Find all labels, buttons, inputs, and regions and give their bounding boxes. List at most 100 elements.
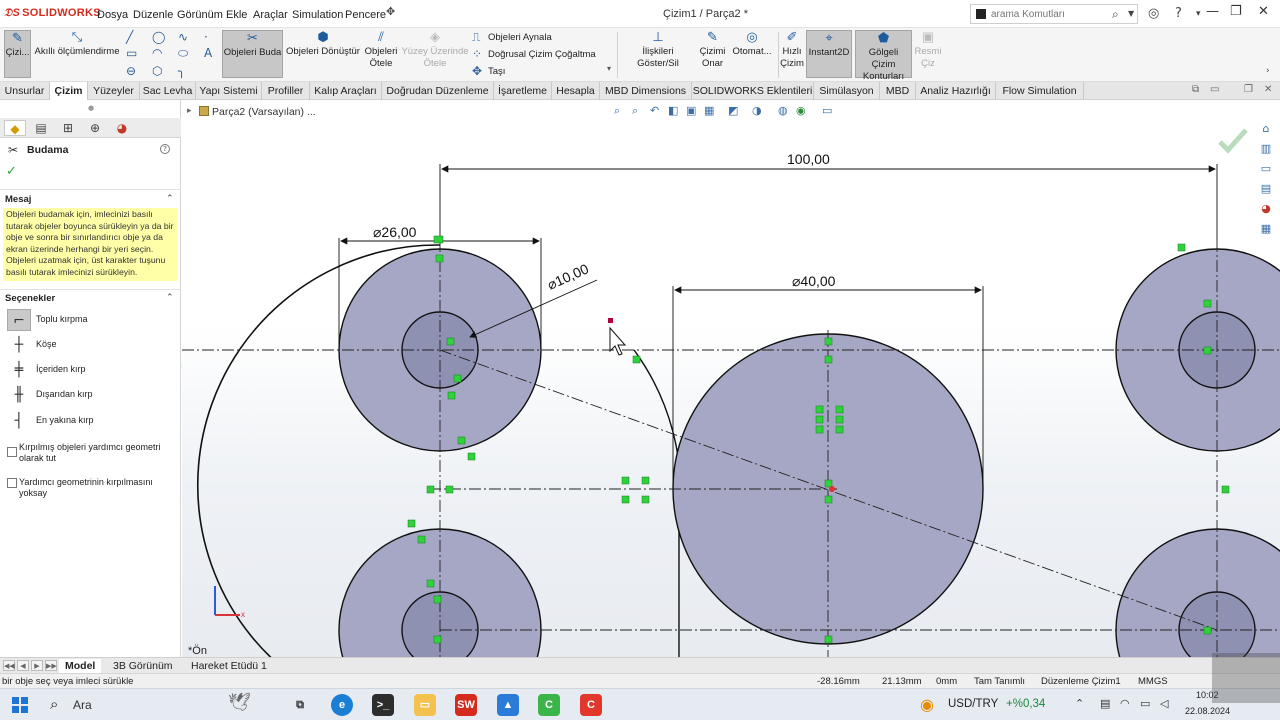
chevron-down-icon[interactable]: ▾ <box>607 64 611 73</box>
custom-properties-icon[interactable]: ▦ <box>1257 222 1275 240</box>
rapid-sketch-button[interactable]: ✐ Hızlı Çizim <box>780 30 804 78</box>
config-tab-icon[interactable]: ⊞ <box>57 120 79 136</box>
text-icon[interactable]: A <box>204 46 212 60</box>
polygon-icon[interactable]: ⬡ <box>152 64 162 78</box>
offset-entities-button[interactable]: ⫽ Objeleri Ötele <box>363 30 399 78</box>
ellipse-icon[interactable]: ⬭ <box>178 46 188 61</box>
shaded-sketch-contours-button[interactable]: ⬟ Gölgeli Çizim Konturları <box>855 30 912 82</box>
sketch-button[interactable]: ✎ Çizi... <box>4 30 31 78</box>
tab-profiller[interactable]: Profiller <box>262 82 310 100</box>
repair-sketch-button[interactable]: ✎ Çizimi Onar <box>698 30 727 78</box>
collapse-icon[interactable]: ⌃ <box>166 194 174 204</box>
dimension-100[interactable] <box>439 164 1218 240</box>
keep-trimmed-checkbox[interactable] <box>7 447 17 457</box>
tab-mbd-dimensions[interactable]: MBD Dimensions <box>600 82 692 100</box>
help-icon[interactable]: ? <box>1175 6 1182 21</box>
first-tab-icon[interactable]: ◀◀ <box>3 660 15 671</box>
next-tab-icon[interactable]: ▶ <box>31 660 43 671</box>
tab-cizim[interactable]: Çizim <box>50 82 88 100</box>
home-icon[interactable]: ⌂ <box>1257 122 1275 140</box>
tab-model[interactable]: Model <box>59 659 102 674</box>
photos-icon[interactable]: ▲ <box>497 694 519 716</box>
menu-pencere[interactable]: Pencere <box>345 9 386 21</box>
search-icon[interactable]: ⌕ <box>50 695 58 713</box>
wifi-icon[interactable]: ◠ <box>1120 697 1130 710</box>
feature-tree-tab-icon[interactable]: ▤ <box>30 120 52 136</box>
convert-entities-button[interactable]: ⬢ Objeleri Dönüştür <box>286 30 360 78</box>
menu-gorunum[interactable]: Görünüm <box>177 9 223 21</box>
solidworks-logo[interactable]: 𝔇S SOLIDWORKS <box>4 7 101 20</box>
help-icon[interactable]: ? <box>160 144 170 154</box>
option-corner[interactable]: ┼ Köşe <box>5 333 177 357</box>
option-trim-outside[interactable]: ╫ Dışarıdan kırp <box>5 383 177 407</box>
dimension-10-text[interactable]: ⌀10,00 <box>545 260 591 292</box>
explorer-icon[interactable]: ▭ <box>414 694 436 716</box>
tray-overflow-icon[interactable]: ⌃ <box>1075 697 1084 710</box>
clock-date[interactable]: 22.08.2024 <box>1185 706 1230 716</box>
help-dropdown-icon[interactable]: ▾ <box>1196 9 1201 19</box>
close-button[interactable]: ✕ <box>1258 4 1269 19</box>
solidworks-icon[interactable]: SW <box>455 694 477 716</box>
dimension-26-text[interactable]: ⌀26,00 <box>373 224 417 240</box>
doc-minimize-icon[interactable]: ▭ <box>1210 84 1219 95</box>
ignore-construction-checkbox[interactable] <box>7 478 17 488</box>
sketch-canvas[interactable]: 100,00 ⌀26,00 ⌀10,00 ⌀40,00 x <box>182 100 1280 657</box>
network-icon[interactable]: ▤ <box>1100 697 1110 710</box>
tab-3d-view[interactable]: 3B Görünüm <box>107 659 179 674</box>
bird-widget-icon[interactable]: 🕊 <box>228 692 251 713</box>
dimxpert-tab-icon[interactable]: ⊕ <box>84 120 106 136</box>
rectangle-icon[interactable]: ▭ <box>126 46 137 60</box>
auto-button[interactable]: ◎ Otomat... <box>730 30 774 78</box>
tab-solidworks-eklentileri[interactable]: SOLIDWORKS Eklentileri <box>692 82 814 100</box>
menu-simulation[interactable]: Simulation <box>292 9 343 21</box>
collapse-icon[interactable]: ⌃ <box>166 293 174 303</box>
instant2d-button[interactable]: ⌖ Instant2D <box>806 30 852 78</box>
tab-kalip-araclari[interactable]: Kalıp Araçları <box>310 82 382 100</box>
doc-close-icon[interactable]: ✕ <box>1264 84 1272 95</box>
panel-grip-icon[interactable]: ● <box>88 104 94 112</box>
file-explorer-icon[interactable]: ▭ <box>1257 162 1275 180</box>
terminal-icon[interactable]: >_ <box>372 694 394 716</box>
command-search[interactable]: ⌕ ▼ <box>970 4 1138 24</box>
option-trim-inside[interactable]: ╪ İçeriden kırp <box>5 358 177 382</box>
tab-dogrudan-duzenleme[interactable]: Doğrudan Düzenleme <box>382 82 494 100</box>
currency-pair[interactable]: USD/TRY <box>948 698 998 710</box>
tab-simulasyon[interactable]: Simülasyon <box>814 82 880 100</box>
smart-dimension-button[interactable]: ⤡ Akıllı ölçümlendirme <box>34 30 120 78</box>
menu-araclar[interactable]: Araçlar <box>253 9 288 21</box>
search-icon[interactable]: ⌕ <box>1112 7 1119 22</box>
pin-icon[interactable]: ✥ <box>386 5 395 18</box>
sketch-picture-button[interactable]: ▣ Resmi Çiz <box>914 30 942 78</box>
slot-icon[interactable]: ⊖ <box>126 64 136 78</box>
spline-icon[interactable]: ∿ <box>178 30 188 44</box>
taskbar-search[interactable]: Ara <box>73 698 92 712</box>
tab-hesapla[interactable]: Hesapla <box>552 82 600 100</box>
dimension-40-text[interactable]: ⌀40,00 <box>792 273 836 289</box>
battery-icon[interactable]: ▭ <box>1140 697 1150 710</box>
menu-dosya[interactable]: Dosya <box>97 9 128 21</box>
camtasia-red-icon[interactable]: C <box>580 694 602 716</box>
camtasia-green-icon[interactable]: C <box>538 694 560 716</box>
circle-bottom-right[interactable] <box>1115 528 1280 657</box>
point-icon[interactable]: · <box>204 30 208 44</box>
ribbon-scroll-icon[interactable]: › <box>1266 66 1270 76</box>
arc-icon[interactable]: ◠ <box>152 46 162 60</box>
last-tab-icon[interactable]: ▶▶ <box>45 660 57 671</box>
doc-restore-icon[interactable]: ❐ <box>1244 84 1253 95</box>
view-palette-icon[interactable]: ▤ <box>1257 182 1275 200</box>
circle-icon[interactable]: ◯ <box>152 30 165 44</box>
tab-analiz-hazirligi[interactable]: Analiz Hazırlığı <box>916 82 996 100</box>
option-power-trim[interactable]: ⌐ Toplu kırpma <box>5 308 177 332</box>
tab-yuzeyler[interactable]: Yüzeyler <box>88 82 140 100</box>
option-trim-closest[interactable]: ┤ En yakına kırp <box>5 409 177 433</box>
menu-ekle[interactable]: Ekle <box>226 9 247 21</box>
resources-icon[interactable]: ▥ <box>1257 142 1275 160</box>
tab-yapi-sistemi[interactable]: Yapı Sistemi <box>196 82 262 100</box>
minimize-button[interactable]: — <box>1206 4 1219 19</box>
property-manager-tab-icon[interactable]: ◆ <box>4 120 26 136</box>
edge-icon[interactable]: e <box>331 694 353 716</box>
move-entities-button[interactable]: Taşı <box>488 66 505 77</box>
task-view-icon[interactable]: ⧉ <box>289 694 311 716</box>
chevron-down-icon[interactable]: ▼ <box>1128 9 1134 18</box>
tab-unsurlar[interactable]: Unsurlar <box>0 82 50 100</box>
